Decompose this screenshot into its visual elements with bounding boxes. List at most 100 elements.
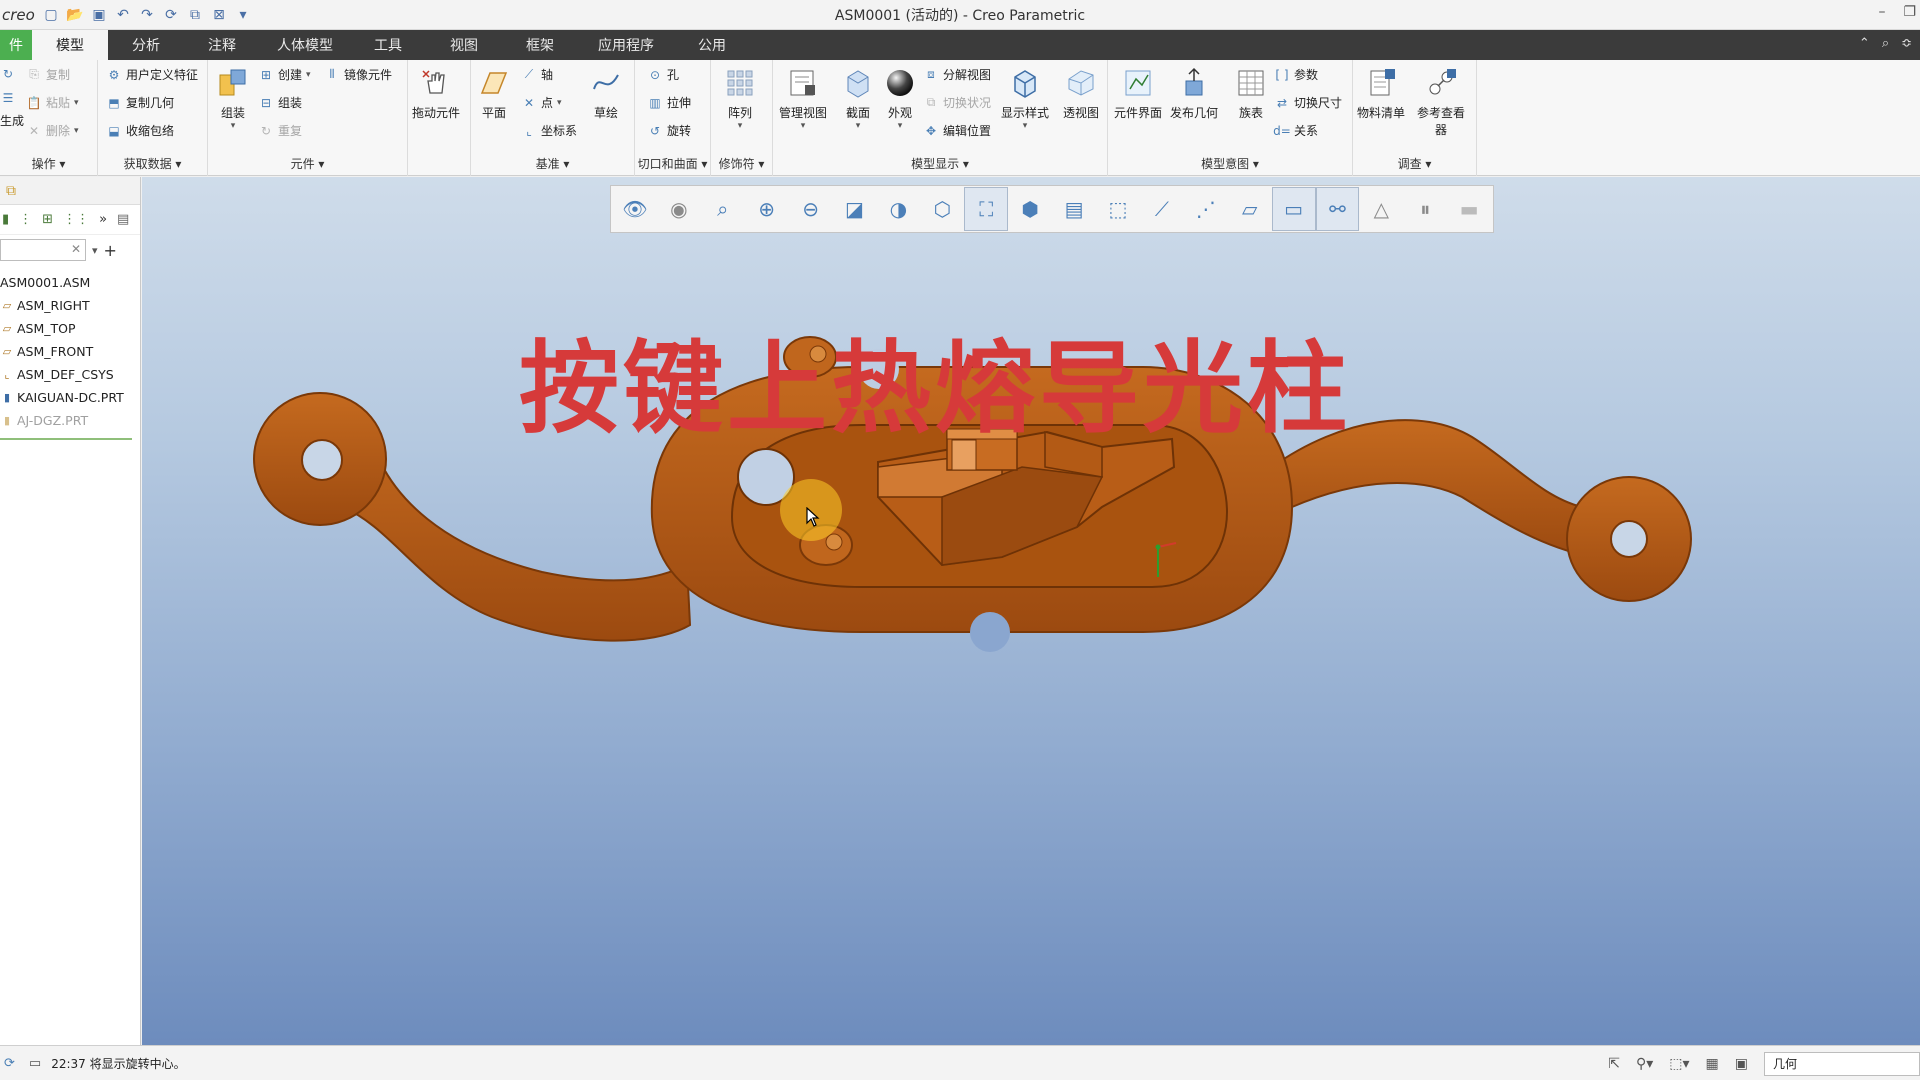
- spin-center-icon[interactable]: △: [1359, 187, 1403, 231]
- bom-button[interactable]: 物料清单: [1357, 66, 1405, 121]
- tree-item-kaiguan-dc[interactable]: ▮ KAIGUAN-DC.PRT: [0, 386, 140, 409]
- view-manager-icon[interactable]: ⛶: [964, 187, 1009, 231]
- tree-item-asm[interactable]: ASM0001.ASM: [0, 271, 140, 294]
- perspective-icon[interactable]: ⬢: [1008, 187, 1052, 231]
- graphics-viewport[interactable]: 👁 ◉ ⌕ ⊕ ⊖ ◪ ◑ ⬡ ⛶ ⬢ ▤ ⬚ ⟋ ⋰ ▱ ▭ ⚯ △ ⏸ ▬ …: [142, 177, 1920, 1045]
- minimize-icon[interactable]: –: [1878, 4, 1885, 20]
- tab-applications[interactable]: 应用程序: [578, 30, 674, 60]
- clear-search-icon[interactable]: ✕: [71, 242, 81, 256]
- parameters-button[interactable]: [ ] 参数: [1274, 66, 1318, 83]
- extrude-button[interactable]: ▥ 拉伸: [647, 94, 691, 111]
- reference-viewer-button[interactable]: 参考查看 器: [1417, 66, 1465, 138]
- group-label-datum[interactable]: 基准 ▾: [471, 155, 634, 172]
- tab-view[interactable]: 视图: [426, 30, 502, 60]
- tab-file[interactable]: 件: [0, 30, 32, 60]
- more-icon[interactable]: »: [99, 212, 107, 227]
- tree-filter-icon[interactable]: ⋮⋮: [63, 212, 89, 227]
- shrinkwrap-button[interactable]: ⬓ 收缩包络: [106, 122, 174, 139]
- undo-icon[interactable]: ↶: [114, 6, 132, 24]
- new-file-icon[interactable]: ▢: [42, 6, 60, 24]
- sketch-button[interactable]: 草绘: [589, 66, 623, 121]
- layers-icon[interactable]: ⧉: [6, 183, 16, 199]
- tree-columns-icon[interactable]: ⊞: [42, 212, 53, 227]
- model-tree-icon[interactable]: ▮: [2, 212, 9, 227]
- regenerate-icon[interactable]: ⟳: [162, 6, 180, 24]
- appearance-button[interactable]: 外观 ▾: [883, 66, 917, 131]
- restore-icon[interactable]: ❐: [1903, 4, 1916, 20]
- group-label-components[interactable]: 元件 ▾: [208, 155, 407, 172]
- navigator-icon[interactable]: ⟳: [4, 1056, 15, 1071]
- group-label-modifiers[interactable]: 修饰符 ▾: [711, 155, 772, 172]
- chevron-down-icon[interactable]: ▾: [92, 244, 98, 257]
- tab-model[interactable]: 模型: [32, 30, 108, 60]
- full-screen-icon[interactable]: ▣: [1735, 1056, 1748, 1072]
- component-interface-button[interactable]: 元件界面: [1114, 66, 1162, 121]
- group-label-operations[interactable]: 操作 ▾: [0, 155, 97, 172]
- family-table-button[interactable]: 族表: [1234, 66, 1268, 121]
- publish-geometry-button[interactable]: 发布几何: [1170, 66, 1218, 121]
- redo-icon[interactable]: ↷: [138, 6, 156, 24]
- tab-manikin[interactable]: 人体模型: [260, 30, 350, 60]
- tab-framework[interactable]: 框架: [502, 30, 578, 60]
- select-icon[interactable]: ⇱: [1608, 1056, 1620, 1072]
- csys-button[interactable]: ⌞ 坐标系: [521, 122, 577, 139]
- collapse-ribbon-icon[interactable]: ⌃: [1859, 36, 1870, 51]
- datum-axes-display-icon[interactable]: ⋰: [1184, 187, 1228, 231]
- point-button[interactable]: ✕ 点 ▾: [521, 94, 562, 111]
- saved-orientations-icon[interactable]: ⬚: [1096, 187, 1140, 231]
- help-icon[interactable]: ≎: [1901, 36, 1912, 51]
- group-label-model-intent[interactable]: 模型意图 ▾: [1108, 155, 1352, 172]
- toggle-status-button[interactable]: ⧉ 切换状况: [923, 94, 991, 111]
- save-icon[interactable]: ▣: [90, 6, 108, 24]
- exploded-view-button[interactable]: ⧈ 分解视图: [923, 66, 991, 83]
- assemble-small-button[interactable]: ⊟ 组装: [258, 94, 302, 111]
- search-icon[interactable]: ⌕: [1882, 36, 1889, 51]
- tree-item-asm-right[interactable]: ▱ ASM_RIGHT: [0, 294, 140, 317]
- window-icon[interactable]: ⧉: [186, 6, 204, 24]
- tab-tools[interactable]: 工具: [350, 30, 426, 60]
- group-label-get-data[interactable]: 获取数据 ▾: [98, 155, 207, 172]
- revolve-button[interactable]: ↺ 旋转: [647, 122, 691, 139]
- annotation-display-icon[interactable]: ⚯: [1315, 187, 1360, 231]
- manage-views-button[interactable]: 管理视图 ▾: [779, 66, 827, 131]
- delete-button[interactable]: ✕ 删除 ▾: [26, 122, 79, 139]
- repeat-button[interactable]: ↻ 重复: [258, 122, 302, 139]
- refit-icon[interactable]: ⌕: [701, 187, 745, 231]
- hole-button[interactable]: ⊙ 孔: [647, 66, 679, 83]
- group-label-cuts-surfaces[interactable]: 切口和曲面 ▾: [635, 155, 710, 172]
- customize-icon[interactable]: ▾: [234, 6, 252, 24]
- standard-orientation-icon[interactable]: ⬡: [920, 187, 964, 231]
- collapse-toolbar-icon[interactable]: ▬: [1447, 187, 1491, 231]
- add-icon[interactable]: +: [104, 241, 117, 260]
- create-component-button[interactable]: ⊞ 创建 ▾: [258, 66, 311, 83]
- copy-geometry-button[interactable]: ⬒ 复制几何: [106, 94, 174, 111]
- browser-toggle-icon[interactable]: ▭: [29, 1056, 41, 1071]
- display-style-icon[interactable]: ◑: [876, 187, 920, 231]
- tree-item-asm-front[interactable]: ▱ ASM_FRONT: [0, 340, 140, 363]
- axis-button[interactable]: ⟋ 轴: [521, 66, 553, 83]
- regenerate-icon[interactable]: ↻: [0, 66, 16, 82]
- display-style-button[interactable]: 显示样式 ▾: [1001, 66, 1049, 131]
- section-button[interactable]: 截面 ▾: [841, 66, 875, 131]
- paste-button[interactable]: 📋 粘贴 ▾: [26, 94, 79, 111]
- open-file-icon[interactable]: 📂: [66, 6, 84, 24]
- copy-button[interactable]: ⎘ 复制: [26, 66, 70, 83]
- csys-display-icon[interactable]: ▭: [1271, 187, 1316, 231]
- tree-item-asm-def-csys[interactable]: ⌞ ASM_DEF_CSYS: [0, 363, 140, 386]
- relations-button[interactable]: d= 关系: [1273, 122, 1318, 139]
- close-window-icon[interactable]: ⊠: [210, 6, 228, 24]
- view-history-icon[interactable]: ◉: [657, 187, 701, 231]
- saved-views-icon[interactable]: 👁: [613, 187, 657, 231]
- zoom-out-icon[interactable]: ⊖: [789, 187, 833, 231]
- tree-item-asm-top[interactable]: ▱ ASM_TOP: [0, 317, 140, 340]
- group-label-investigate[interactable]: 调查 ▾: [1353, 155, 1476, 172]
- tree-item-aj-dgz[interactable]: ▮ AJ-DGZ.PRT: [0, 409, 140, 432]
- mirror-component-button[interactable]: ⫴ 镜像元件: [324, 66, 392, 83]
- regenerate-button[interactable]: 生成: [0, 112, 24, 129]
- datum-planes-display-icon[interactable]: ⟋: [1140, 187, 1184, 231]
- tab-analysis[interactable]: 分析: [108, 30, 184, 60]
- section-view-icon[interactable]: ▤: [1052, 187, 1096, 231]
- insert-here-marker[interactable]: [0, 438, 132, 440]
- notes-icon[interactable]: ▤: [117, 212, 129, 227]
- assemble-button[interactable]: 组装 ▾: [216, 66, 250, 131]
